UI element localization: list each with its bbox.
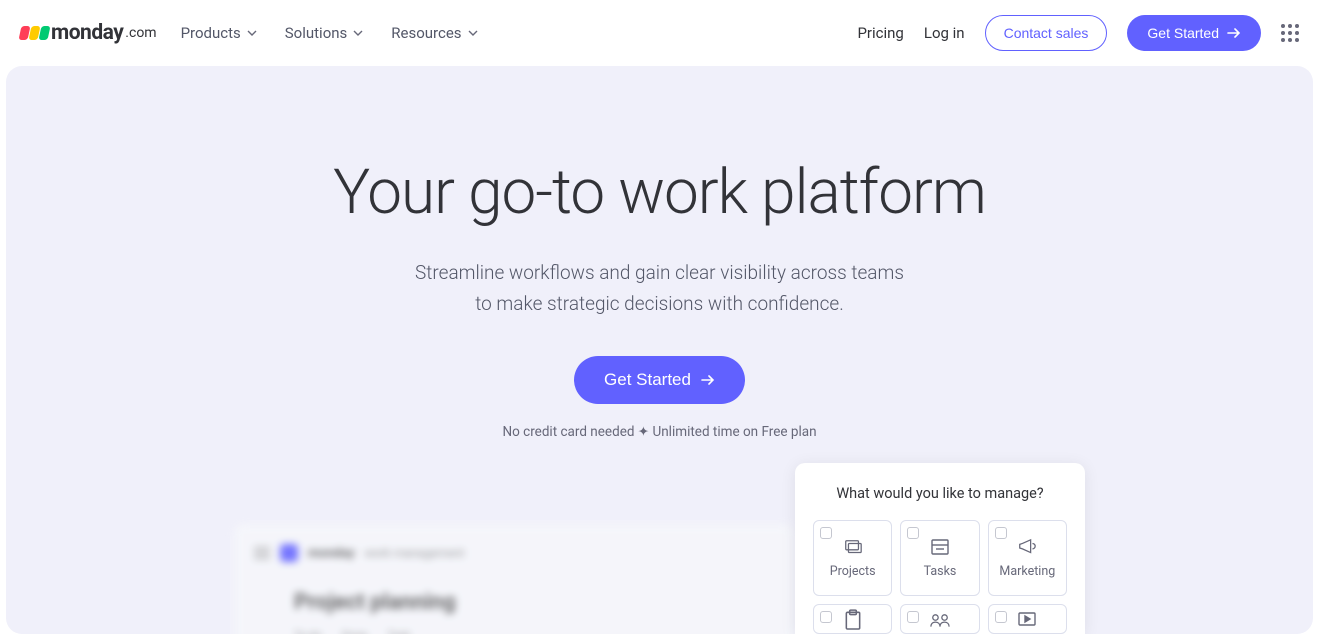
hamburger-icon [254,547,270,559]
checkbox-icon [995,611,1007,623]
checkbox-icon [820,527,832,539]
checkbox-icon [820,611,832,623]
preview-meta: Done [342,629,367,634]
logo-tld: .com [125,25,156,41]
button-label: Get Started [604,370,691,390]
nav-primary: Products Solutions Resources [181,24,478,42]
hero-subtitle-line: to make strategic decisions with confide… [475,292,844,315]
hero-title: Your go-to work platform [46,156,1273,229]
preview-brand-sub: work management [365,546,465,560]
button-label: Get Started [1147,25,1219,41]
clipboard-icon [843,611,863,629]
contact-sales-button[interactable]: Contact sales [985,15,1108,51]
card-options-grid: Projects Tasks Marketing [813,520,1067,634]
play-icon [1017,611,1037,629]
arrow-right-icon [1227,28,1241,38]
hero-section: Your go-to work platform Streamline work… [6,66,1313,634]
option-tasks[interactable]: Tasks [900,520,979,596]
logo-text: monday [51,21,123,45]
tasks-icon [930,538,950,556]
nav-label: Solutions [285,24,348,42]
preview-meta: To-do [294,629,322,634]
chevron-down-icon [247,30,257,36]
option-label: Tasks [924,564,957,579]
option-row2-a[interactable] [813,604,892,634]
crm-icon [930,611,950,629]
logo[interactable]: monday.com [20,21,157,45]
header: monday.com Products Solutions Resources … [0,0,1319,66]
hero-subtitle: Streamline workflows and gain clear visi… [46,257,1273,320]
pricing-link[interactable]: Pricing [857,24,903,42]
get-started-header-button[interactable]: Get Started [1127,15,1261,51]
preview-meta-row: To-do Done Task [294,629,774,634]
hero-subtitle-line: Streamline workflows and gain clear visi… [415,261,904,284]
preview-meta: Task [387,629,410,634]
projects-icon [843,538,863,556]
option-marketing[interactable]: Marketing [988,520,1067,596]
checkbox-icon [907,527,919,539]
option-row2-c[interactable] [988,604,1067,634]
nav-products[interactable]: Products [181,24,257,42]
manage-card: What would you like to manage? Projects … [795,463,1085,634]
option-label: Marketing [999,564,1055,579]
nav-solutions[interactable]: Solutions [285,24,364,42]
option-row2-b[interactable] [900,604,979,634]
megaphone-icon [1017,538,1037,556]
logo-mark-icon [20,26,49,40]
get-started-hero-button[interactable]: Get Started [574,356,745,404]
preview-app-icon [280,544,298,562]
chevron-down-icon [353,30,363,36]
option-label: Projects [830,564,876,579]
checkbox-icon [995,527,1007,539]
card-title: What would you like to manage? [813,485,1067,502]
app-grid-icon[interactable] [1281,24,1299,42]
login-link[interactable]: Log in [924,24,965,42]
checkbox-icon [907,611,919,623]
arrow-right-icon [701,375,715,385]
preview-heading: Project planning [294,590,774,615]
nav-resources[interactable]: Resources [391,24,477,42]
chevron-down-icon [468,30,478,36]
hero-note: No credit card needed ✦ Unlimited time o… [46,424,1273,440]
preview-brand: monday [308,546,355,561]
nav-label: Products [181,24,241,42]
option-projects[interactable]: Projects [813,520,892,596]
product-preview: monday work management Project planning … [234,524,794,634]
nav-secondary: Pricing Log in Contact sales Get Started [857,15,1299,51]
nav-label: Resources [391,24,461,42]
